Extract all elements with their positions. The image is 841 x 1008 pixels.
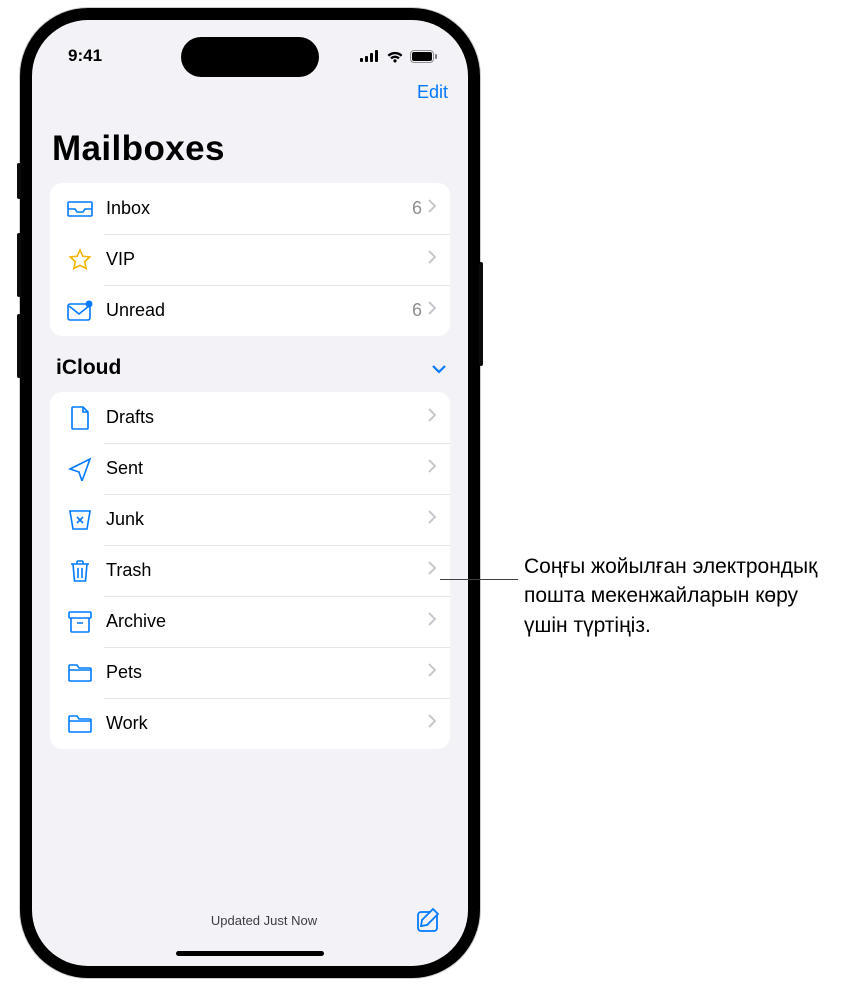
unread-icon xyxy=(66,297,94,325)
phone-volume-down-button xyxy=(17,314,21,378)
trash-icon xyxy=(66,557,94,585)
chevron-right-icon xyxy=(428,199,436,218)
archive-icon xyxy=(66,608,94,636)
mailbox-label: Drafts xyxy=(106,407,428,428)
mailbox-row-drafts[interactable]: Drafts xyxy=(50,392,450,443)
phone-frame: 9:41 Edit Mailboxes xyxy=(20,8,480,978)
phone-side-button xyxy=(17,163,21,199)
folder-icon xyxy=(66,659,94,687)
junk-icon xyxy=(66,506,94,534)
screen: 9:41 Edit Mailboxes xyxy=(32,20,468,966)
mailbox-label: VIP xyxy=(106,249,422,270)
mailbox-row-inbox[interactable]: Inbox 6 xyxy=(50,183,450,234)
chevron-right-icon xyxy=(428,714,436,733)
page-title: Mailboxes xyxy=(32,103,468,175)
status-time: 9:41 xyxy=(68,46,128,66)
chevron-right-icon xyxy=(428,301,436,320)
mailbox-label: Work xyxy=(106,713,428,734)
section-header-icloud[interactable]: iCloud xyxy=(32,336,468,384)
mailbox-row-vip[interactable]: VIP xyxy=(50,234,450,285)
chevron-right-icon xyxy=(428,510,436,529)
sent-icon xyxy=(66,455,94,483)
chevron-down-icon xyxy=(432,356,446,380)
mailbox-label: Trash xyxy=(106,560,428,581)
drafts-icon xyxy=(66,404,94,432)
inbox-icon xyxy=(66,195,94,223)
chevron-right-icon xyxy=(428,561,436,580)
mailbox-label: Pets xyxy=(106,662,428,683)
mailbox-label: Junk xyxy=(106,509,428,530)
nav-bar: Edit xyxy=(32,76,468,103)
mailbox-group-main: Inbox 6 VIP xyxy=(50,183,450,336)
toolbar: Updated Just Now xyxy=(32,887,468,945)
mailbox-label: Unread xyxy=(106,300,412,321)
chevron-right-icon xyxy=(428,408,436,427)
callout-leader-line xyxy=(440,579,518,580)
battery-icon xyxy=(410,50,438,63)
section-label: iCloud xyxy=(56,356,432,380)
mailbox-label: Archive xyxy=(106,611,428,632)
wifi-icon xyxy=(386,50,404,63)
toolbar-status: Updated Just Now xyxy=(86,913,414,928)
chevron-right-icon xyxy=(428,250,436,269)
mailbox-row-archive[interactable]: Archive xyxy=(50,596,450,647)
mailbox-row-junk[interactable]: Junk xyxy=(50,494,450,545)
home-indicator xyxy=(176,951,324,956)
mailbox-count: 6 xyxy=(412,198,422,219)
mailbox-count: 6 xyxy=(412,300,422,321)
mailbox-row-sent[interactable]: Sent xyxy=(50,443,450,494)
edit-button[interactable]: Edit xyxy=(417,82,448,103)
star-icon xyxy=(66,246,94,274)
mailbox-row-trash[interactable]: Trash xyxy=(50,545,450,596)
mailbox-row-pets[interactable]: Pets xyxy=(50,647,450,698)
status-icons xyxy=(360,50,438,63)
cellular-icon xyxy=(360,50,380,62)
phone-volume-up-button xyxy=(17,233,21,297)
phone-power-button xyxy=(479,262,483,366)
chevron-right-icon xyxy=(428,612,436,631)
chevron-right-icon xyxy=(428,663,436,682)
folder-icon xyxy=(66,710,94,738)
dynamic-island xyxy=(181,37,319,77)
mailbox-group-icloud: Drafts Sent xyxy=(50,392,450,749)
chevron-right-icon xyxy=(428,459,436,478)
mailbox-row-work[interactable]: Work xyxy=(50,698,450,749)
mailbox-label: Inbox xyxy=(106,198,412,219)
mailbox-row-unread[interactable]: Unread 6 xyxy=(50,285,450,336)
callout-text: Соңғы жойылған электрондық пошта мекенжа… xyxy=(524,552,824,640)
mailbox-label: Sent xyxy=(106,458,428,479)
compose-button[interactable] xyxy=(414,907,442,933)
